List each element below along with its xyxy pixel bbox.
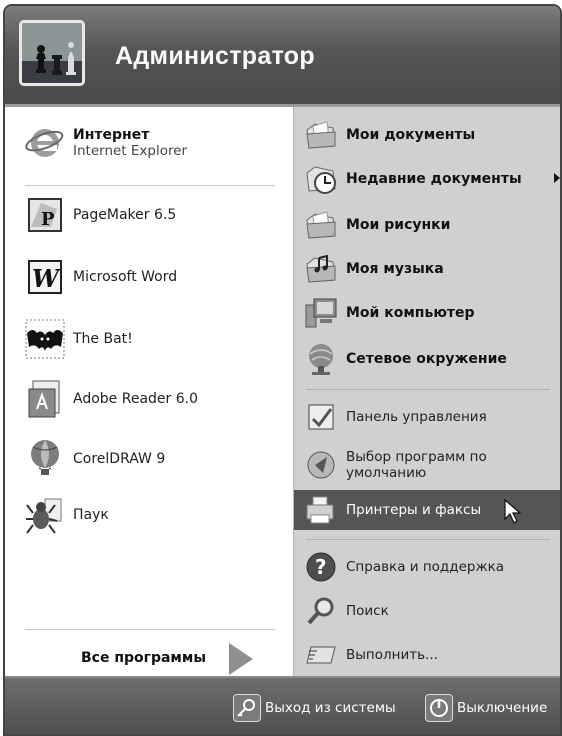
places-pane: Мои документы Недавние документы Мои рис… <box>293 107 560 676</box>
program-item-spider[interactable]: Паук <box>25 493 109 537</box>
run-icon <box>304 638 338 672</box>
thebat-icon <box>25 319 65 359</box>
folder-pictures-icon <box>304 208 338 242</box>
place-my-music[interactable]: Моя музыка <box>304 251 444 287</box>
control-panel-icon <box>304 400 338 434</box>
shutdown-label: Выключение <box>457 700 548 716</box>
internet-explorer-icon <box>25 123 65 163</box>
all-programs-separator <box>25 629 275 630</box>
submenu-arrow-icon <box>554 173 560 183</box>
place-printers-faxes[interactable]: Принтеры и факсы <box>304 492 481 528</box>
default-programs-line2: умолчанию <box>346 465 427 481</box>
chess-avatar-icon <box>19 20 85 86</box>
all-programs-arrow-icon[interactable] <box>229 643 253 675</box>
user-name: Администратор <box>115 42 315 70</box>
program-label: CorelDRAW 9 <box>73 451 166 467</box>
help-icon: ? <box>304 550 338 584</box>
pinned-internet-explorer[interactable]: Интернет Internet Explorer <box>25 121 187 165</box>
place-my-pictures[interactable]: Мои рисунки <box>304 207 450 243</box>
place-network[interactable]: Сетевое окружение <box>304 341 507 377</box>
logoff-label: Выход из системы <box>265 700 396 716</box>
programs-pane: Интернет Internet Explorer P PageMaker 6… <box>5 107 293 676</box>
all-programs-label[interactable]: Все программы <box>81 650 206 666</box>
place-default-programs[interactable]: Выбор программ по умолчанию <box>304 443 487 487</box>
printer-icon <box>304 493 338 527</box>
logoff-button[interactable]: Выход из системы <box>233 694 396 722</box>
place-label: Недавние документы <box>346 171 522 187</box>
folder-music-icon <box>304 252 338 286</box>
program-label: PageMaker 6.5 <box>73 207 177 223</box>
power-icon <box>425 694 453 722</box>
place-label: Выполнить... <box>346 647 438 663</box>
key-icon <box>233 694 261 722</box>
computer-icon <box>304 296 338 330</box>
pinned-separator <box>25 185 275 186</box>
pinned-title: Интернет <box>73 127 150 143</box>
place-label: Мои рисунки <box>346 217 451 233</box>
folder-documents-icon <box>304 118 338 152</box>
place-my-computer[interactable]: Мой компьютер <box>304 295 475 331</box>
place-label: Моя музыка <box>346 261 444 277</box>
places-separator-1 <box>306 389 550 390</box>
place-help-support[interactable]: ? Справка и поддержка <box>304 549 504 585</box>
places-separator-2 <box>306 539 550 540</box>
coreldraw-icon <box>25 439 65 479</box>
adobe-reader-icon <box>25 379 65 419</box>
program-item-coreldraw[interactable]: CorelDRAW 9 <box>25 437 165 481</box>
place-label: Поиск <box>346 603 389 619</box>
program-item-word[interactable]: W Microsoft Word <box>25 255 177 299</box>
place-my-documents[interactable]: Мои документы <box>304 117 475 153</box>
place-label: Панель управления <box>346 409 487 425</box>
default-programs-line1: Выбор программ по <box>346 449 487 465</box>
place-label: Мои документы <box>346 127 476 143</box>
shutdown-button[interactable]: Выключение <box>425 694 547 722</box>
place-control-panel[interactable]: Панель управления <box>304 399 487 435</box>
start-menu: Администратор Интернет Internet Explorer <box>3 4 562 736</box>
recent-documents-icon <box>304 162 338 196</box>
user-header: Администратор <box>5 6 560 107</box>
program-label: Паук <box>73 507 109 523</box>
pagemaker-icon: P <box>25 195 65 235</box>
program-item-thebat[interactable]: The Bat! <box>25 317 133 361</box>
search-icon <box>304 594 338 628</box>
session-footer: Выход из системы Выключение <box>5 676 560 734</box>
pinned-subtitle: Internet Explorer <box>73 143 188 159</box>
network-icon <box>304 342 338 376</box>
word-icon: W <box>25 257 65 297</box>
mouse-cursor-icon <box>504 498 522 529</box>
place-label: Мой компьютер <box>346 305 475 321</box>
place-label: Принтеры и факсы <box>346 502 482 518</box>
program-item-adobe-reader[interactable]: Adobe Reader 6.0 <box>25 377 198 421</box>
default-programs-icon <box>304 448 338 482</box>
place-run[interactable]: Выполнить... <box>304 637 438 673</box>
program-item-pagemaker[interactable]: P PageMaker 6.5 <box>25 193 176 237</box>
spider-solitaire-icon <box>25 495 65 535</box>
program-label: Microsoft Word <box>73 269 178 285</box>
place-label: Сетевое окружение <box>346 351 507 367</box>
place-recent-documents[interactable]: Недавние документы <box>304 161 560 197</box>
svg-text:P: P <box>41 209 55 230</box>
place-search[interactable]: Поиск <box>304 593 389 629</box>
place-label: Справка и поддержка <box>346 559 505 575</box>
svg-text:W: W <box>32 264 61 293</box>
program-label: The Bat! <box>73 331 133 347</box>
program-label: Adobe Reader 6.0 <box>73 391 198 407</box>
svg-text:?: ? <box>315 555 327 579</box>
